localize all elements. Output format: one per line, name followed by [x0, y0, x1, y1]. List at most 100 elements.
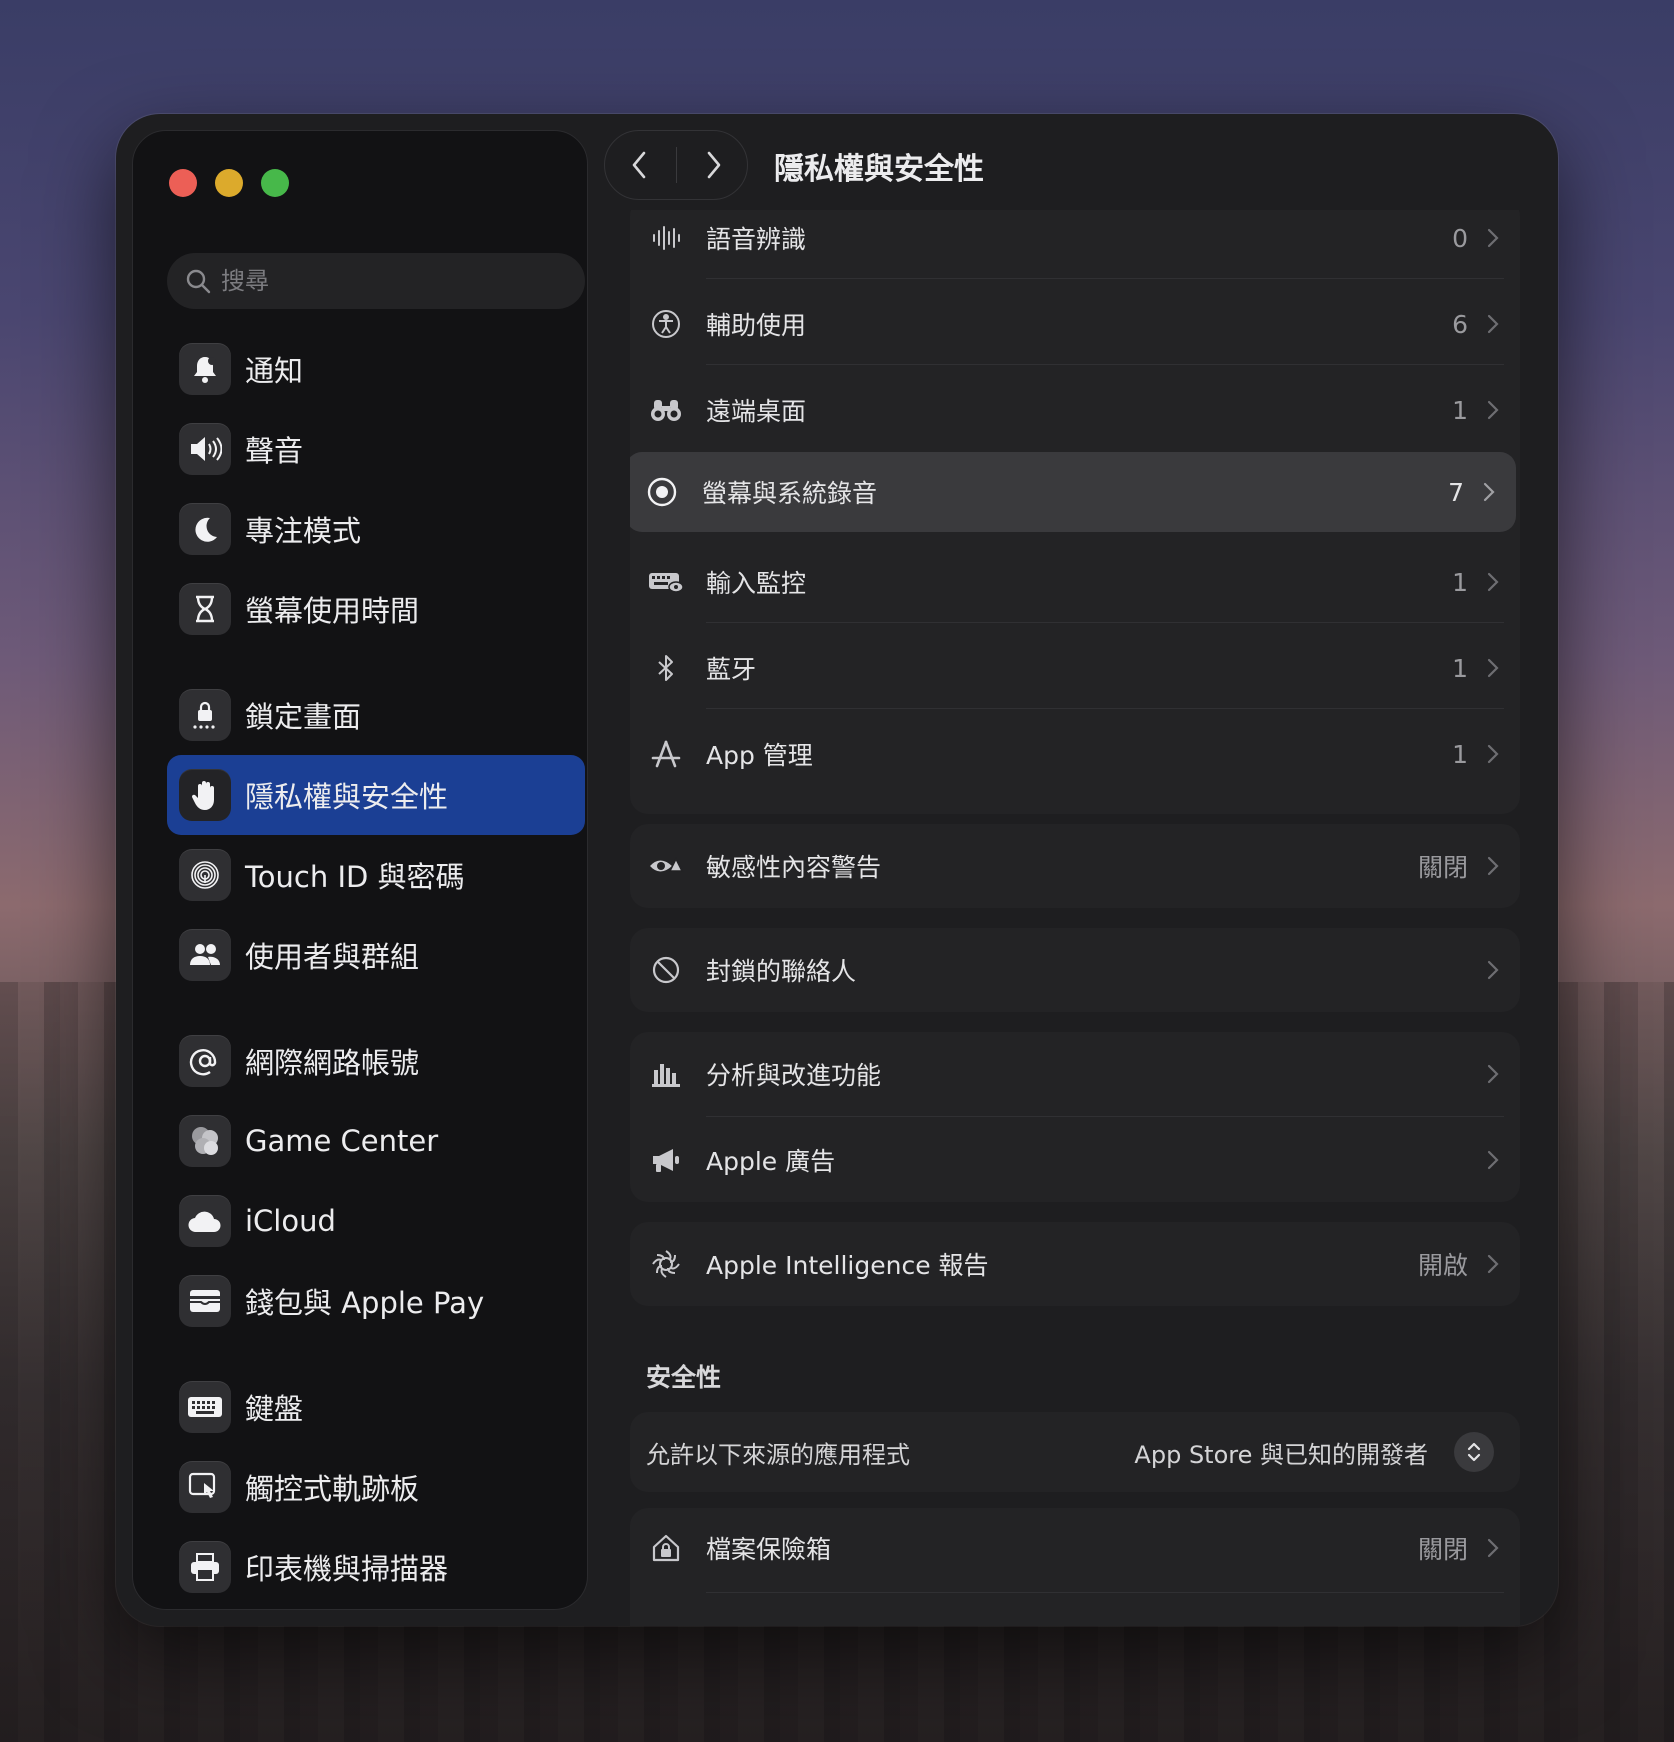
section-title-security: 安全性: [646, 1363, 722, 1392]
sidebar-item-users[interactable]: 使用者與群組: [167, 915, 585, 995]
sidebar-item-lock-screen[interactable]: 鎖定畫面: [167, 675, 585, 755]
sidebar-item-trackpad[interactable]: 觸控式軌跡板: [167, 1447, 585, 1527]
waveform-icon: [646, 218, 686, 258]
search-input[interactable]: [221, 267, 581, 295]
row-app-management[interactable]: App 管理 1: [630, 714, 1520, 794]
chevron-right-icon: [1487, 1538, 1499, 1558]
megaphone-icon: [646, 1140, 686, 1180]
navigation-buttons: [604, 130, 748, 200]
security-allow-group: 允許以下來源的應用程式 App Store 與已知的開發者: [630, 1412, 1520, 1492]
row-label: 遠端桌面: [706, 397, 807, 426]
row-label: 輸入監控: [706, 569, 807, 598]
row-screen-recording[interactable]: 螢幕與系統錄音 7: [630, 452, 1516, 532]
row-speech-recognition[interactable]: 語音辨識 0: [630, 210, 1520, 278]
row-count: 1: [1452, 739, 1468, 769]
sidebar-item-label: Touch ID 與密碼: [245, 860, 465, 894]
row-label: Apple 廣告: [706, 1147, 836, 1176]
minimize-button[interactable]: [215, 169, 243, 197]
chevron-right-icon: [1487, 1150, 1499, 1170]
chart-icon: [646, 1054, 686, 1094]
chevron-right-icon: [1487, 960, 1499, 980]
divider: [706, 622, 1504, 623]
row-label: 輔助使用: [706, 311, 807, 340]
keyboard-icon: [179, 1381, 231, 1433]
keyboard-eye-icon: [646, 562, 686, 602]
row-input-monitoring[interactable]: 輸入監控 1: [630, 542, 1520, 622]
divider: [706, 1592, 1504, 1593]
sidebar-item-label: 鎖定畫面: [245, 700, 362, 734]
sidebar-item-label: 錢包與 Apple Pay: [245, 1286, 485, 1320]
row-filevault[interactable]: 檔案保險箱 關閉: [630, 1508, 1520, 1588]
intelligence-group: Apple Intelligence 報告 開啟: [630, 1222, 1520, 1306]
sidebar-item-sound[interactable]: 聲音: [167, 409, 585, 489]
row-label: 封鎖的聯絡人: [706, 957, 857, 986]
sidebar-item-label: Game Center: [245, 1124, 439, 1158]
row-bluetooth[interactable]: 藍牙 1: [630, 628, 1520, 708]
row-label: 藍牙: [706, 655, 757, 684]
chevron-right-icon: [1487, 658, 1499, 678]
sidebar-item-label: 螢幕使用時間: [245, 594, 420, 628]
row-status: 關閉: [1417, 853, 1468, 882]
record-icon: [642, 472, 682, 512]
row-count: 0: [1452, 223, 1468, 253]
sidebar: 通知 聲音 專注模式 螢幕使用時間 鎖定畫面: [132, 130, 588, 1610]
row-allow-apps-from: 允許以下來源的應用程式 App Store 與已知的開發者: [630, 1416, 1520, 1488]
moon-icon: [179, 503, 231, 555]
row-blocked-contacts[interactable]: 封鎖的聯絡人: [630, 930, 1520, 1010]
sidebar-item-keyboard[interactable]: 鍵盤: [167, 1367, 585, 1447]
close-button[interactable]: [169, 169, 197, 197]
divider: [706, 364, 1504, 365]
row-sensitive-content[interactable]: 敏感性內容警告 關閉: [630, 826, 1520, 906]
house-lock-icon: [646, 1528, 686, 1568]
row-label: 螢幕與系統錄音: [702, 479, 878, 508]
sidebar-item-label: iCloud: [245, 1204, 336, 1238]
row-analytics[interactable]: 分析與改進功能: [630, 1034, 1520, 1114]
row-remote-desktop[interactable]: 遠端桌面 1: [630, 370, 1520, 450]
forward-button[interactable]: [684, 135, 744, 195]
at-icon: [179, 1035, 231, 1087]
sidebar-item-internet-accounts[interactable]: 網際網路帳號: [167, 1021, 585, 1101]
allow-apps-select[interactable]: [1454, 1432, 1494, 1472]
apple-intelligence-icon: [646, 1244, 686, 1284]
sidebar-item-label: 鍵盤: [245, 1392, 304, 1426]
row-apple-intelligence-report[interactable]: Apple Intelligence 報告 開啟: [630, 1224, 1520, 1304]
hourglass-icon: [179, 583, 231, 635]
chevron-right-icon: [1487, 1254, 1499, 1274]
sidebar-item-printers[interactable]: 印表機與掃描器: [167, 1527, 585, 1607]
sidebar-item-game-center[interactable]: Game Center: [167, 1101, 585, 1181]
row-label: 分析與改進功能: [706, 1061, 882, 1090]
sidebar-item-label: 隱私權與安全性: [245, 780, 449, 814]
filevault-group: 檔案保險箱 關閉: [630, 1508, 1520, 1626]
accessibility-icon: [646, 304, 686, 344]
zoom-button[interactable]: [261, 169, 289, 197]
allow-apps-select-value[interactable]: App Store 與已知的開發者: [1134, 1435, 1428, 1470]
cloud-icon: [179, 1195, 231, 1247]
chevron-right-icon: [1483, 482, 1495, 502]
row-apple-ads[interactable]: Apple 廣告: [630, 1120, 1520, 1200]
game-center-icon: [179, 1115, 231, 1167]
sidebar-item-wallet[interactable]: 錢包與 Apple Pay: [167, 1261, 585, 1341]
sidebar-item-touch-id[interactable]: Touch ID 與密碼: [167, 835, 585, 915]
trackpad-icon: [179, 1461, 231, 1513]
fingerprint-icon: [179, 849, 231, 901]
sidebar-item-label: 印表機與掃描器: [245, 1552, 449, 1586]
bell-icon: [179, 343, 231, 395]
back-button[interactable]: [609, 135, 669, 195]
sidebar-item-notifications[interactable]: 通知: [167, 329, 585, 409]
sidebar-item-focus[interactable]: 專注模式: [167, 489, 585, 569]
sidebar-item-label: 使用者與群組: [245, 940, 420, 974]
sidebar-item-label: 聲音: [245, 434, 304, 468]
privacy-content: 語音辨識 0 輔助使用 6 遠端桌面 1 螢幕與系統錄音 7 輸入監控 1 藍牙…: [630, 210, 1520, 1626]
sidebar-item-screen-time[interactable]: 螢幕使用時間: [167, 569, 585, 649]
row-count: 1: [1452, 653, 1468, 683]
chevron-right-icon: [1487, 228, 1499, 248]
search-box[interactable]: [167, 253, 585, 309]
row-label: App 管理: [706, 741, 813, 770]
chevron-right-icon: [1487, 572, 1499, 592]
sidebar-item-privacy[interactable]: 隱私權與安全性: [167, 755, 585, 835]
analytics-group: 分析與改進功能 Apple 廣告: [630, 1032, 1520, 1202]
users-icon: [179, 929, 231, 981]
sidebar-item-icloud[interactable]: iCloud: [167, 1181, 585, 1261]
row-label: 允許以下來源的應用程式: [646, 1440, 910, 1469]
row-accessibility[interactable]: 輔助使用 6: [630, 284, 1520, 364]
